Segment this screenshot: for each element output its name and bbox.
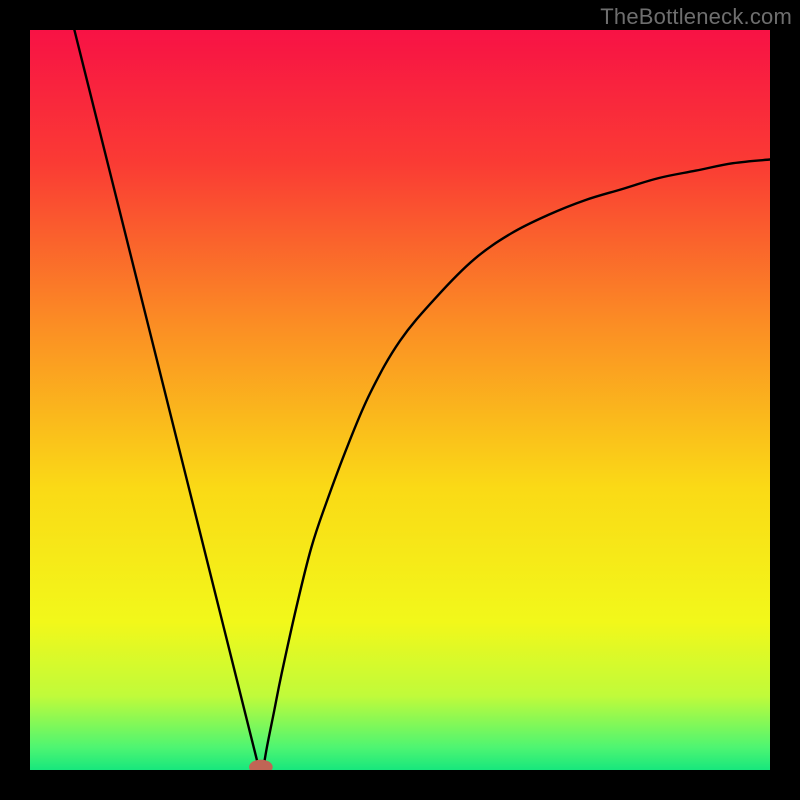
chart-svg: [30, 30, 770, 770]
chart-frame: TheBottleneck.com: [0, 0, 800, 800]
watermark-label: TheBottleneck.com: [600, 4, 792, 30]
plot-area: [30, 30, 770, 770]
gradient-background: [30, 30, 770, 770]
